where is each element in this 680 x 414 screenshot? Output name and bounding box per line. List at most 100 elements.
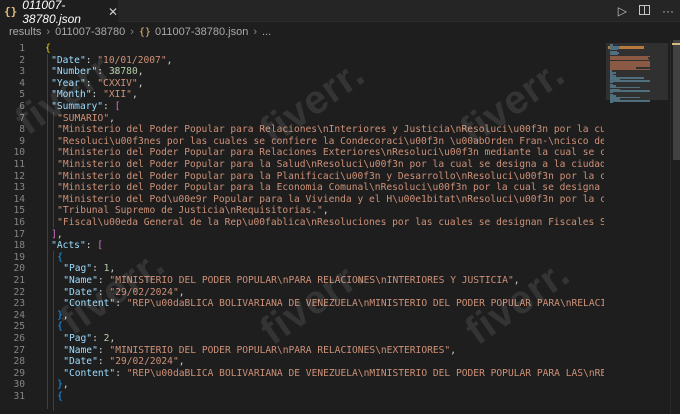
- code-token: {: [57, 391, 63, 402]
- minimap-line: [610, 90, 650, 92]
- code-token: "Fiscal\u00eda General de la Rep\u00fabl…: [57, 217, 624, 228]
- code-line[interactable]: 18 "Acts": [: [0, 240, 604, 252]
- code-token: ,: [178, 356, 185, 368]
- line-number: 14: [13, 193, 25, 205]
- code-line[interactable]: 20 "Pag": 1,: [0, 263, 604, 275]
- json-file-icon: {}: [4, 5, 18, 18]
- line-number: 28: [13, 356, 25, 368]
- code-editor[interactable]: 1{2 "Date": "10/01/2007", 3 "Number": 38780…: [0, 40, 623, 414]
- code-line[interactable]: 6 "Summary": [: [0, 101, 604, 113]
- code-token: "CXXIV": [97, 77, 138, 89]
- code-token: "Resoluci\u00f3nes por las cuales se con…: [57, 135, 624, 147]
- code-text: {: [57, 252, 63, 264]
- code-line[interactable]: 28 "Date": "29/02/2024",: [0, 356, 604, 368]
- code-token: ,: [166, 54, 173, 66]
- code-token: "Name": [63, 275, 98, 286]
- breadcrumb-item-symbol[interactable]: ...: [262, 26, 271, 38]
- line-number: 26: [13, 333, 25, 344]
- code-line[interactable]: 15 "Tribunal Supremo de Justicia\nRequisi…: [0, 205, 604, 217]
- code-text: "SUMARIO",: [57, 113, 115, 125]
- code-token: "Number": [51, 66, 98, 78]
- run-icon[interactable]: ▷: [618, 5, 627, 17]
- code-line[interactable]: 7 "SUMARIO",: [0, 113, 604, 125]
- line-number: 10: [13, 147, 25, 159]
- code-text: "Content": "REP\u00daBLICA BOLIVARIANA D…: [63, 298, 618, 310]
- line-number: 16: [13, 217, 25, 228]
- code-line[interactable]: 13 "Ministerio del Poder Popular para la …: [0, 182, 623, 194]
- code-token: "Content": [63, 298, 116, 310]
- editor-actions: ▷ ···: [618, 0, 674, 22]
- code-line[interactable]: 12 "Ministerio del Poder Popular para la …: [0, 171, 623, 183]
- code-line[interactable]: 22 "Date": "29/02/2024",: [0, 287, 604, 299]
- scrollbar-thumb[interactable]: [673, 40, 680, 160]
- code-token: "10/01/2007": [97, 54, 167, 66]
- tab-file[interactable]: {} 011007-38780.json ✕: [0, 0, 118, 26]
- code-token: :: [91, 89, 104, 101]
- line-number: 18: [13, 240, 25, 252]
- minimap-line: [610, 68, 650, 71]
- code-line[interactable]: 1{: [0, 43, 604, 55]
- split-editor-icon[interactable]: [639, 5, 650, 17]
- code-text: "Name": "MINISTERIO DEL PODER POPULAR\nP…: [63, 275, 519, 287]
- code-text: {: [45, 43, 51, 55]
- code-line[interactable]: 23 "Content": "REP\u00daBLICA BOLIVARIANA…: [0, 298, 617, 310]
- overview-ruler-mark: [672, 43, 680, 45]
- code-token: :: [85, 54, 98, 66]
- code-token: "29/02/2024": [109, 356, 179, 368]
- line-number: 20: [13, 263, 25, 275]
- breadcrumb-item-file[interactable]: 011007-38780.json: [155, 26, 248, 38]
- code-line[interactable]: 27 "Name": "MINISTERIO DEL PODER POPULAR\…: [0, 345, 604, 357]
- line-number: 3: [19, 66, 25, 78]
- code-line[interactable]: 30},: [0, 379, 604, 391]
- code-line[interactable]: 16 "Fiscal\u00eda General de la Rep\u00fa…: [0, 217, 623, 229]
- code-text: {: [57, 321, 63, 333]
- code-line[interactable]: 14 "Ministerio del Pod\u00e9r Popular par…: [0, 193, 617, 206]
- more-actions-icon[interactable]: ···: [662, 5, 674, 17]
- code-text: "Ministerio del Poder Popular para Relac…: [57, 124, 617, 136]
- code-line[interactable]: 8 "Ministerio del Poder Popular para Rela…: [0, 124, 617, 136]
- code-line[interactable]: 3 "Number": 38780,: [0, 66, 604, 78]
- code-token: [: [114, 101, 121, 112]
- code-token: ,: [109, 263, 116, 275]
- minimap-line: [610, 80, 650, 82]
- code-token: ,: [322, 205, 329, 217]
- code-line[interactable]: 10 "Ministerio del Poder Popular para Rel…: [0, 147, 623, 159]
- code-line[interactable]: 31 {: [0, 391, 604, 403]
- code-token: ,: [513, 275, 520, 286]
- code-line[interactable]: 5 "Month": "XII",: [0, 89, 604, 101]
- code-text: "Number": 38780,: [51, 66, 143, 78]
- code-token: "XII": [103, 89, 132, 101]
- code-token: {: [45, 43, 51, 54]
- line-number: 24: [13, 309, 25, 321]
- code-line[interactable]: 17],: [0, 229, 604, 241]
- code-line[interactable]: 11 "Ministerio del Poder Popular para la …: [0, 159, 623, 171]
- code-token: ,: [137, 77, 144, 89]
- vertical-scrollbar[interactable]: [670, 40, 680, 414]
- code-line[interactable]: 21 "Name": "MINISTERIO DEL PODER POPULAR\…: [0, 275, 604, 287]
- minimap[interactable]: [604, 40, 670, 414]
- code-token: [: [97, 240, 104, 252]
- breadcrumb: results › 011007-38780 › {} 011007-38780…: [0, 22, 680, 42]
- code-text: "Summary": [: [51, 101, 120, 113]
- breadcrumb-item-results[interactable]: results: [9, 26, 41, 38]
- code-token: :: [97, 275, 110, 286]
- code-line[interactable]: 26 "Pag": 2,: [0, 333, 604, 345]
- code-line[interactable]: 4 "Year": "CXXIV",: [0, 78, 604, 90]
- code-line[interactable]: 29 "Content": "REP\u00daBLICA BOLIVARIANA…: [0, 368, 617, 380]
- code-line[interactable]: 24},: [0, 310, 604, 322]
- code-text: "Pag": 2,: [63, 333, 115, 345]
- code-token: "Pag": [63, 333, 93, 344]
- close-icon[interactable]: ✕: [108, 5, 118, 19]
- code-text: },: [57, 310, 69, 322]
- code-line[interactable]: 25 {: [0, 321, 604, 333]
- code-line[interactable]: 9 "Resoluci\u00f3nes por las cuales se co…: [0, 136, 623, 148]
- code-token: ,: [131, 89, 138, 101]
- code-text: "Fiscal\u00eda General de la Rep\u00fabl…: [57, 217, 623, 229]
- code-line[interactable]: 19 {: [0, 252, 604, 264]
- breadcrumb-item-folder[interactable]: 011007-38780: [55, 26, 125, 38]
- code-line[interactable]: 2 "Date": "10/01/2007",: [0, 55, 604, 67]
- code-token: "Ministerio del Poder Popular para la Sa…: [57, 159, 624, 170]
- code-text: "Ministerio del Poder Popular para la Sa…: [57, 159, 623, 171]
- code-token: "Date": [63, 286, 98, 298]
- code-text: {: [57, 391, 63, 403]
